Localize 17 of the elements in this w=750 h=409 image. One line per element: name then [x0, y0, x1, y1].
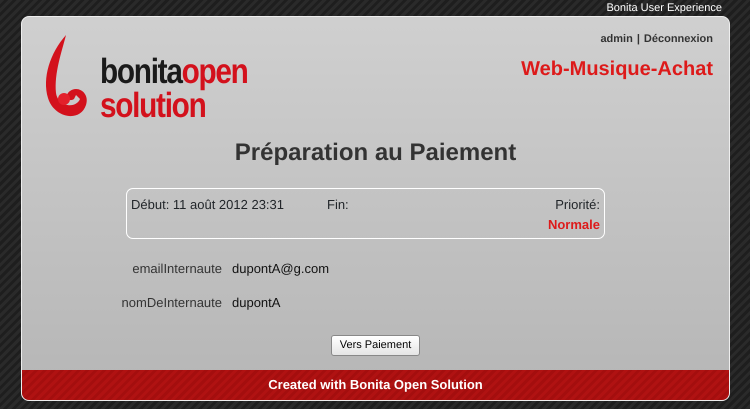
priority-value: Normale	[548, 216, 600, 234]
logo-text: bonita	[100, 52, 182, 91]
submit-button[interactable]: Vers Paiement	[330, 335, 420, 356]
process-name: Web-Musique-Achat	[521, 56, 713, 82]
end-date: Fin:	[327, 196, 349, 214]
priority-label: Priorité:	[555, 196, 600, 214]
app-name: Bonita User Experience	[606, 0, 722, 16]
separator: |	[636, 32, 640, 47]
start-date: Début: 11 août 2012 23:31	[131, 196, 285, 214]
footer-text: Created with Bonita Open Solution	[268, 376, 483, 394]
field-value: dupontA	[232, 294, 280, 312]
user-name: admin	[600, 32, 633, 47]
field-label: nomDeInternaute	[120, 294, 223, 312]
page-title: Préparation au Paiement	[234, 138, 516, 168]
logout-link[interactable]: Déconnexion	[644, 31, 713, 48]
field-value: dupontA@g.com	[232, 260, 330, 278]
field-label: emailInternaute	[131, 260, 223, 278]
